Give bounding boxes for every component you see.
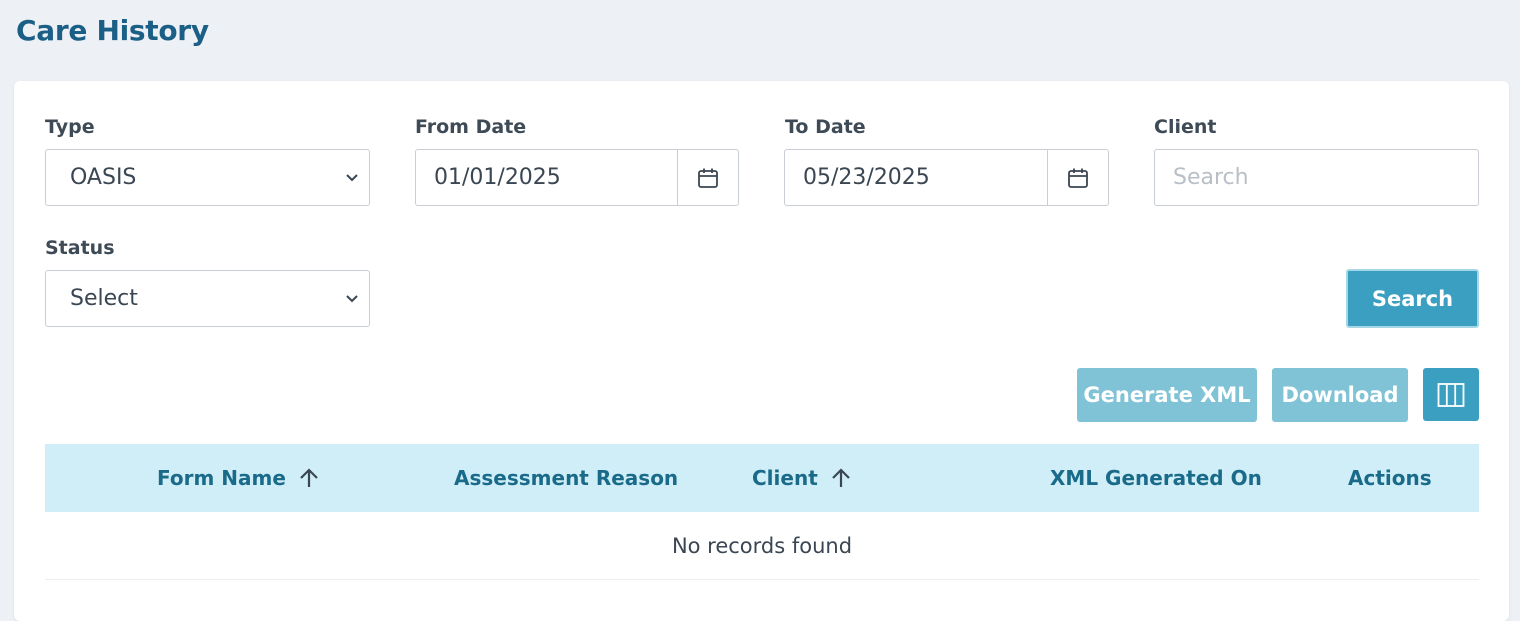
empty-message: No records found bbox=[45, 512, 1479, 580]
column-header-assessment-reason[interactable]: Assessment Reason bbox=[454, 444, 678, 512]
calendar-icon[interactable] bbox=[677, 150, 738, 205]
page-title: Care History bbox=[16, 14, 209, 47]
column-header-form-name[interactable]: Form Name bbox=[157, 444, 320, 512]
sort-ascending-icon bbox=[298, 467, 320, 489]
download-button[interactable]: Download bbox=[1272, 368, 1408, 422]
filter-card: Type OASIS From Date 01/01/2025 To Date … bbox=[14, 81, 1509, 621]
type-label: Type bbox=[45, 116, 95, 138]
column-header-label: XML Generated On bbox=[1050, 466, 1262, 490]
to-date-value: 05/23/2025 bbox=[803, 165, 930, 190]
column-header-actions: Actions bbox=[1348, 444, 1432, 512]
column-header-label: Client bbox=[752, 466, 818, 490]
calendar-icon[interactable] bbox=[1047, 150, 1108, 205]
column-header-label: Actions bbox=[1348, 466, 1432, 490]
from-date-label: From Date bbox=[415, 116, 527, 138]
status-select[interactable]: Select bbox=[45, 270, 370, 327]
from-date-field[interactable]: 01/01/2025 bbox=[415, 149, 739, 206]
client-label: Client bbox=[1154, 116, 1217, 138]
status-label: Status bbox=[45, 237, 115, 259]
generate-xml-button[interactable]: Generate XML bbox=[1077, 368, 1257, 422]
chevron-down-icon bbox=[346, 174, 358, 182]
column-header-xml-generated-on[interactable]: XML Generated On bbox=[1050, 444, 1262, 512]
to-date-label: To Date bbox=[785, 116, 866, 138]
column-header-label: Form Name bbox=[157, 466, 286, 490]
client-search-input[interactable] bbox=[1173, 165, 1478, 190]
sort-ascending-icon bbox=[830, 467, 852, 489]
from-date-value: 01/01/2025 bbox=[434, 165, 561, 190]
column-header-label: Assessment Reason bbox=[454, 466, 679, 490]
chevron-down-icon bbox=[346, 295, 358, 303]
column-header-client[interactable]: Client bbox=[752, 444, 852, 512]
type-select-value: OASIS bbox=[70, 165, 137, 190]
search-button[interactable]: Search bbox=[1346, 269, 1479, 328]
column-chooser-button[interactable] bbox=[1423, 368, 1479, 421]
status-select-value: Select bbox=[70, 286, 138, 311]
table-header: Form Name Assessment Reason Client XML G… bbox=[45, 444, 1479, 512]
client-search-field bbox=[1154, 149, 1479, 206]
type-select[interactable]: OASIS bbox=[45, 149, 370, 206]
columns-icon bbox=[1437, 382, 1465, 407]
to-date-field[interactable]: 05/23/2025 bbox=[784, 149, 1109, 206]
